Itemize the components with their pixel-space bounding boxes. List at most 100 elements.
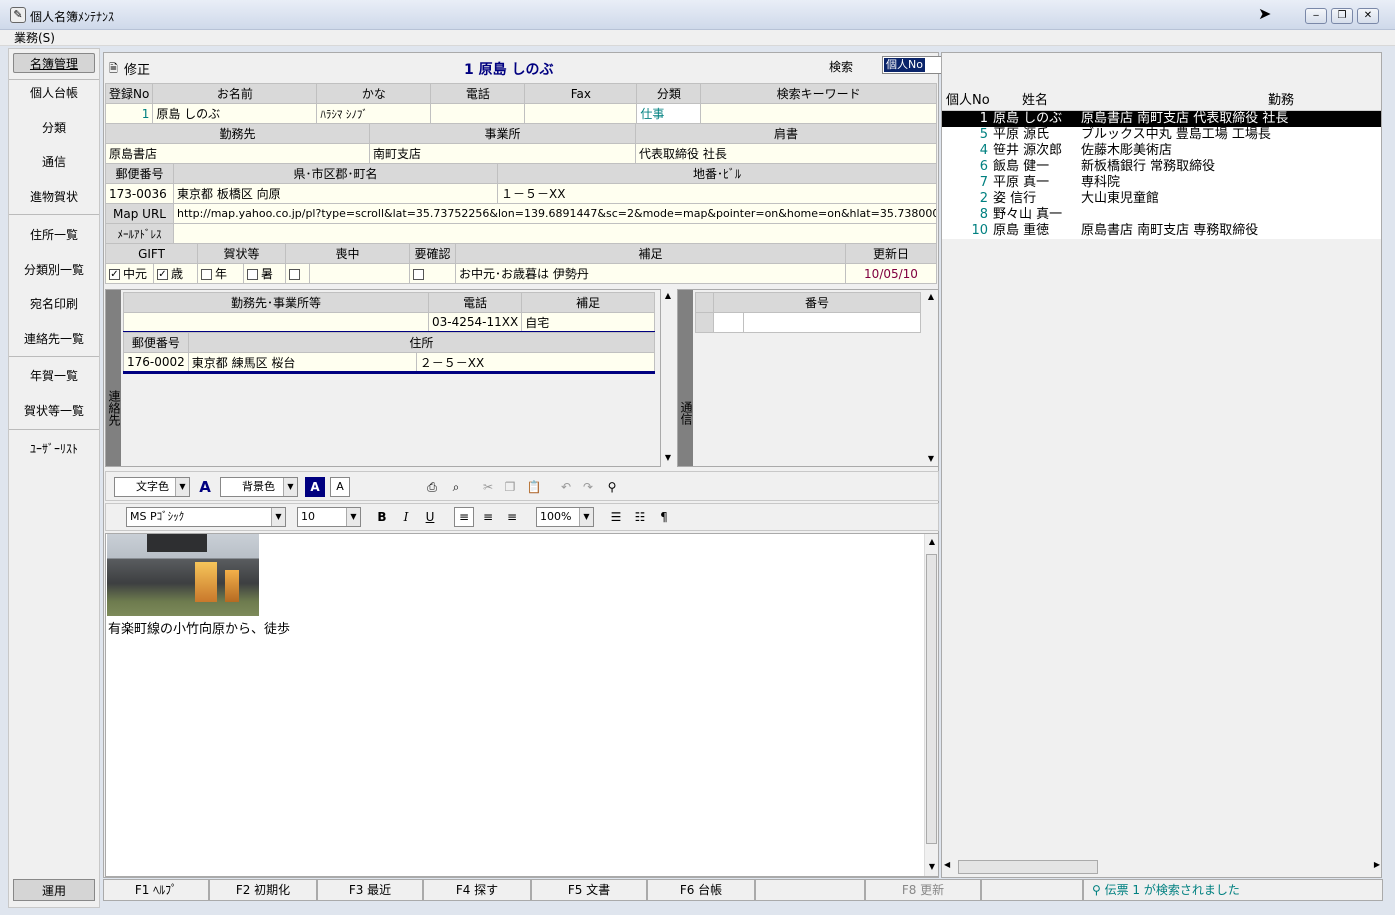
nenga-checkbox[interactable]: 年 — [197, 263, 244, 284]
scroll-up-icon[interactable]: ▲ — [661, 291, 675, 300]
list-row[interactable]: 7 平原 真一 専科院 — [942, 175, 1381, 191]
tsushin-tab[interactable]: 通信 — [678, 290, 693, 466]
list-row[interactable]: 10 原島 重徳 原島書店 南町支店 専務取締役 — [942, 223, 1381, 239]
print-preview-icon[interactable]: ⌕ — [446, 477, 466, 497]
shochu-checkbox[interactable]: 暑 — [243, 263, 286, 284]
f5-document-button[interactable]: F5 文書 — [531, 879, 647, 901]
f8-update-button[interactable]: F8 更新 — [865, 879, 981, 901]
list-row[interactable]: 4 笹井 源次郎 佐藤木彫美術店 — [942, 143, 1381, 159]
sidebar-item-shinmotsu[interactable]: 進物賀状 — [9, 187, 99, 207]
col-header-no[interactable]: 個人No — [946, 89, 990, 108]
map-url-field[interactable]: http://map.yahoo.co.jp/pl?type=scroll&la… — [173, 203, 937, 224]
f4-search-button[interactable]: F4 探す — [423, 879, 531, 901]
scroll-down-icon[interactable]: ▼ — [925, 862, 939, 871]
seibo-checkbox[interactable]: ✓ 歳 — [153, 263, 198, 284]
lot-field[interactable]: １－５－XX — [497, 183, 937, 204]
f3-recent-button[interactable]: F3 最近 — [317, 879, 423, 901]
f2-init-button[interactable]: F2 初期化 — [209, 879, 317, 901]
text-color-icon[interactable]: A — [195, 477, 215, 497]
list-row[interactable]: 2 姿 信行 大山東児童館 — [942, 191, 1381, 207]
number-value-cell[interactable] — [743, 312, 921, 333]
sidebar-item-kojin-daicho[interactable]: 個人台帳 — [9, 83, 99, 103]
numbered-list-icon[interactable]: ☰ — [606, 507, 626, 527]
hscroll-thumb[interactable] — [958, 860, 1098, 874]
position-field[interactable]: 代表取締役 社長 — [635, 143, 937, 164]
contact-note-field[interactable]: 自宅 — [521, 312, 655, 333]
list-row[interactable]: 1 原島 しのぶ 原島書店 南町支店 代表取締役 社長 — [942, 111, 1381, 127]
contacts-tab[interactable]: 連絡先 — [106, 290, 121, 466]
f1-help-button[interactable]: F1 ﾍﾙﾌﾟ — [103, 879, 209, 901]
list-row[interactable]: 5 平原 源氏 ブルックス中丸 豊島工場 工場長 — [942, 127, 1381, 143]
scroll-thumb[interactable] — [926, 554, 937, 844]
scroll-left-icon[interactable]: ◀ — [944, 860, 950, 869]
memo-editor[interactable]: 有楽町線の小竹向原から、徒歩 ▲ ▼ — [105, 533, 939, 877]
bg-color-select[interactable]: 背景色 ▼ — [220, 477, 298, 497]
col-header-name[interactable]: 姓名 — [1022, 89, 1048, 108]
chugen-checkbox[interactable]: ✓ 中元 — [105, 263, 154, 284]
class-field[interactable]: 仕事 — [636, 103, 702, 124]
redo-icon[interactable]: ↷ — [578, 477, 598, 497]
contact-zip-field[interactable]: 176-0002 — [123, 352, 189, 373]
name-field[interactable]: 原島 しのぶ — [152, 103, 318, 124]
align-right-icon[interactable]: ≡ — [478, 507, 498, 527]
list-hscrollbar[interactable]: ◀ ▶ — [944, 859, 1380, 875]
bg-color-icon[interactable]: A — [305, 477, 325, 497]
font-select[interactable]: MS Pｺﾞｼｯｸ ▼ — [126, 507, 286, 527]
mourning-checkbox[interactable] — [285, 263, 310, 284]
contact-tel-field[interactable]: 03-4254-11XX — [427, 312, 523, 333]
sidebar-item-atena-insatsu[interactable]: 宛名印刷 — [9, 294, 99, 314]
scroll-right-icon[interactable]: ▶ — [1374, 860, 1380, 869]
scroll-up-icon[interactable]: ▲ — [924, 292, 938, 301]
print-icon[interactable]: ⎙ — [422, 477, 442, 497]
sidebar-item-tsushin[interactable]: 通信 — [9, 152, 99, 172]
pref-field[interactable]: 東京都 板橋区 向原 — [173, 183, 498, 204]
kana-field[interactable]: ﾊﾗｼﾏ ｼﾉﾌﾞ — [316, 103, 432, 124]
sidebar-item-bunrui[interactable]: 分類 — [9, 118, 99, 138]
font-size-small-icon[interactable]: A — [330, 477, 350, 497]
close-button[interactable]: ✕ — [1357, 8, 1379, 24]
menu-gyomu[interactable]: 業務(S) — [14, 30, 55, 46]
bullet-list-icon[interactable]: ☷ — [630, 507, 650, 527]
sidebar-item-nenga-ichiran[interactable]: 年賀一覧 — [9, 366, 99, 386]
editor-scrollbar[interactable]: ▲ ▼ — [924, 534, 938, 876]
tel-field[interactable] — [430, 103, 526, 124]
copy-icon[interactable]: ❐ — [500, 477, 520, 497]
scroll-down-icon[interactable]: ▼ — [924, 454, 938, 463]
paste-icon[interactable]: 📋 — [524, 477, 544, 497]
restore-button[interactable]: ❐ — [1331, 8, 1353, 24]
bold-button[interactable]: B — [372, 507, 392, 527]
mail-field[interactable] — [173, 223, 937, 244]
company-field[interactable]: 原島書店 — [105, 143, 370, 164]
text-color-select[interactable]: 文字色 ▼ — [114, 477, 190, 497]
zoom-select[interactable]: 100% ▼ — [536, 507, 594, 527]
sidebar-item-gajo-ichiran[interactable]: 賀状等一覧 — [9, 401, 99, 421]
f6-ledger-button[interactable]: F6 台帳 — [647, 879, 755, 901]
scroll-up-icon[interactable]: ▲ — [925, 537, 939, 546]
office-field[interactable]: 南町支店 — [369, 143, 636, 164]
contact-addr1-field[interactable]: 東京都 練馬区 桜台 — [187, 352, 417, 373]
contacts-scrollbar[interactable]: ▲ ▼ — [661, 289, 675, 467]
mourning-field[interactable] — [309, 263, 410, 284]
paragraph-mark-icon[interactable]: ¶ — [654, 507, 674, 527]
sidebar-item-meibo[interactable]: 名簿管理 — [13, 53, 95, 73]
italic-button[interactable]: I — [396, 507, 416, 527]
memo-text[interactable]: 有楽町線の小竹向原から、徒歩 — [108, 618, 290, 637]
underline-button[interactable]: U — [420, 507, 440, 527]
workplace-field[interactable] — [123, 312, 429, 333]
scroll-down-icon[interactable]: ▼ — [661, 453, 675, 462]
sidebar-item-jusho-ichiran[interactable]: 住所一覧 — [9, 225, 99, 245]
note-field[interactable]: お中元･お歳暮は 伊勢丹 — [455, 263, 846, 284]
zip-field[interactable]: 173-0036 — [105, 183, 174, 204]
list-row[interactable]: 6 飯島 健一 新板橋銀行 常務取締役 — [942, 159, 1381, 175]
undo-icon[interactable]: ↶ — [556, 477, 576, 497]
cut-icon[interactable]: ✂ — [478, 477, 498, 497]
minimize-button[interactable]: ‒ — [1305, 8, 1327, 24]
find-binoculars-icon[interactable]: ⚲ — [602, 477, 622, 497]
confirm-checkbox[interactable] — [409, 263, 456, 284]
regno-field[interactable]: 1 — [104, 103, 154, 124]
font-size-select[interactable]: 10 ▼ — [297, 507, 361, 527]
list-row[interactable]: 8 野々山 真一 — [942, 207, 1381, 223]
keyword-field[interactable] — [700, 103, 937, 124]
f7-button[interactable] — [755, 879, 865, 901]
sidebar-item-user-list[interactable]: ﾕｰｻﾞｰﾘｽﾄ — [9, 439, 99, 459]
